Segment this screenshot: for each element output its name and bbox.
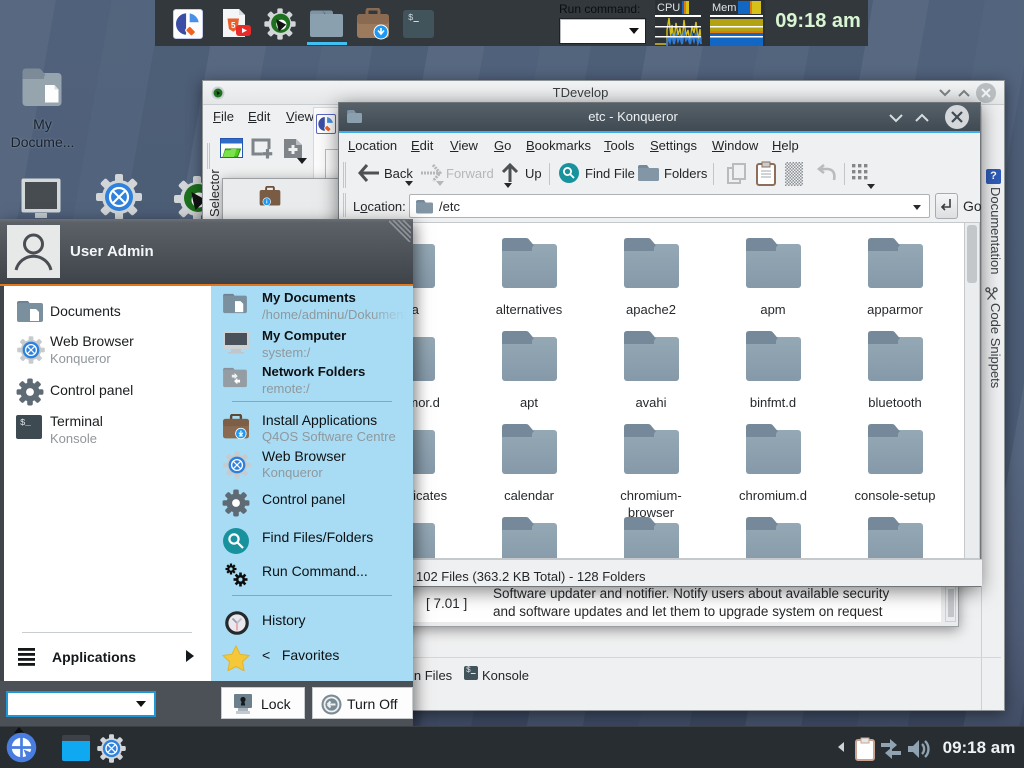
svg-text:CPU: CPU	[657, 2, 680, 14]
svg-text:$_: $_	[20, 418, 31, 428]
svg-text:5: 5	[231, 21, 236, 30]
svg-text:Mem: Mem	[712, 2, 736, 14]
